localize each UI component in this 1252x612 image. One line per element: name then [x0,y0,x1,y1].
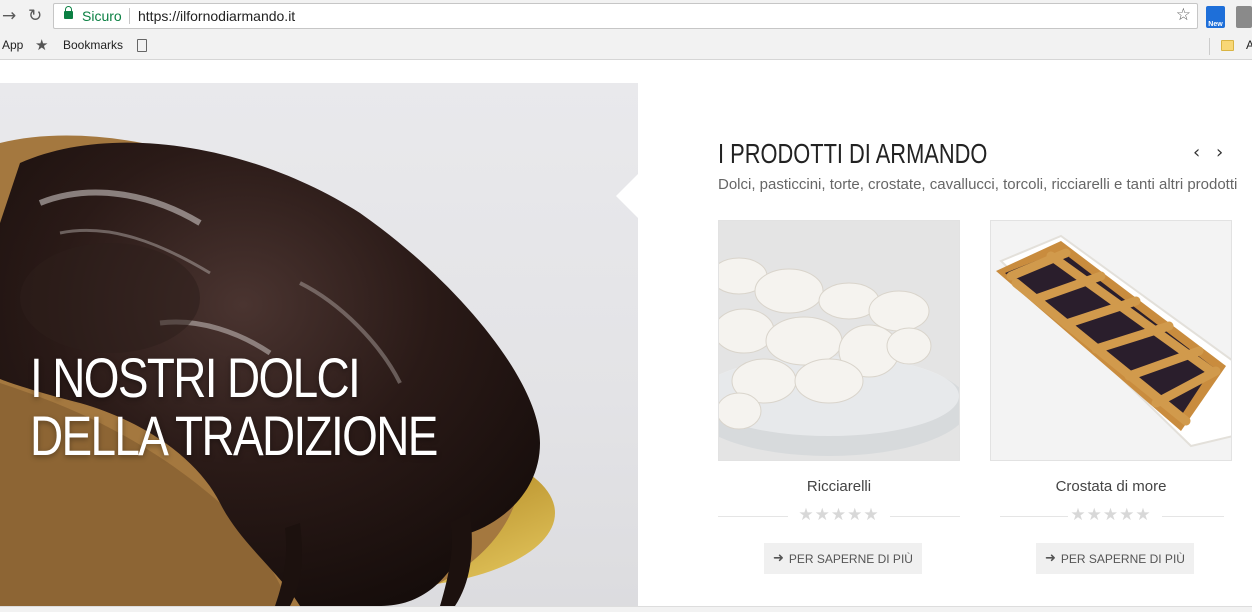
crostata-image [991,221,1231,460]
product-card-ricciarelli: Ricciarelli ★★★★★ ➜ PER SAPERNE DI PIÙ [718,220,960,580]
rating-stars[interactable]: ★★★★★ [990,505,1232,525]
divider [1162,516,1224,517]
carousel-prev-icon[interactable]: ‹ [1193,142,1200,163]
hero-title-line1: I NOSTRI DOLCI [30,346,361,409]
product-image-crostata[interactable] [990,220,1232,461]
bookmark-overflow[interactable]: A [1246,38,1252,52]
more-info-label: PER SAPERNE DI PIÙ [788,551,913,566]
divider [890,516,960,517]
extension-new-icon[interactable]: New [1206,6,1225,28]
secure-label: Sicuro [82,8,122,24]
product-name: Ricciarelli [806,478,872,495]
rating-stars[interactable]: ★★★★★ [718,505,960,525]
carousel-next-icon[interactable]: › [1216,142,1223,163]
bookmarks-bar: App ★ Bookmarks A [0,33,1252,60]
extension-badge: New [1208,21,1223,28]
bookmark-apps[interactable]: App [2,38,23,52]
lock-icon [64,6,73,19]
products-subtitle: Dolci, pasticcini, torte, crostate, cava… [718,176,1238,193]
more-info-button[interactable]: ➜ PER SAPERNE DI PIÙ [1036,543,1194,574]
products-title: I PRODOTTI DI ARMANDO [718,138,988,169]
product-image-ricciarelli[interactable] [718,220,960,461]
cake-image [0,135,555,606]
sign-in-icon: ➜ [773,551,784,566]
browser-toolbar: → ↻ Sicuro https://ilfornodiarmando.it ☆… [0,0,1252,33]
folder-icon[interactable] [1221,40,1234,51]
bookmarks-star-icon: ★ [35,36,49,54]
page-bottom-edge [0,606,1252,612]
ricciarelli-image [719,221,959,460]
product-name: Crostata di more [1055,478,1167,495]
hero-notch [616,174,638,218]
sign-in-icon: ➜ [1045,551,1056,566]
hero-title-line2: DELLA TRADIZIONE [30,404,438,467]
page-icon[interactable] [137,39,147,52]
more-info-label: PER SAPERNE DI PIÙ [1060,551,1185,566]
address-bar[interactable]: Sicuro https://ilfornodiarmando.it ☆ [53,3,1198,29]
bookmarks-divider [1209,38,1210,55]
more-info-button[interactable]: ➜ PER SAPERNE DI PIÙ [764,543,922,574]
hero-banner: I NOSTRI DOLCI DELLA TRADIZIONE [0,83,638,606]
url-text[interactable]: https://ilfornodiarmando.it [138,8,295,24]
hero-title: I NOSTRI DOLCI DELLA TRADIZIONE [30,346,438,467]
address-divider [129,8,130,24]
extension-code-icon[interactable] [1236,6,1252,28]
reload-icon[interactable]: ↻ [28,6,42,26]
product-card-crostata: Crostata di more ★★★★★ ➜ PER SAPERNE DI … [990,220,1232,580]
bookmark-bookmarks[interactable]: Bookmarks [63,38,123,52]
bookmark-star-icon[interactable]: ☆ [1176,5,1191,25]
forward-icon[interactable]: → [2,6,16,26]
